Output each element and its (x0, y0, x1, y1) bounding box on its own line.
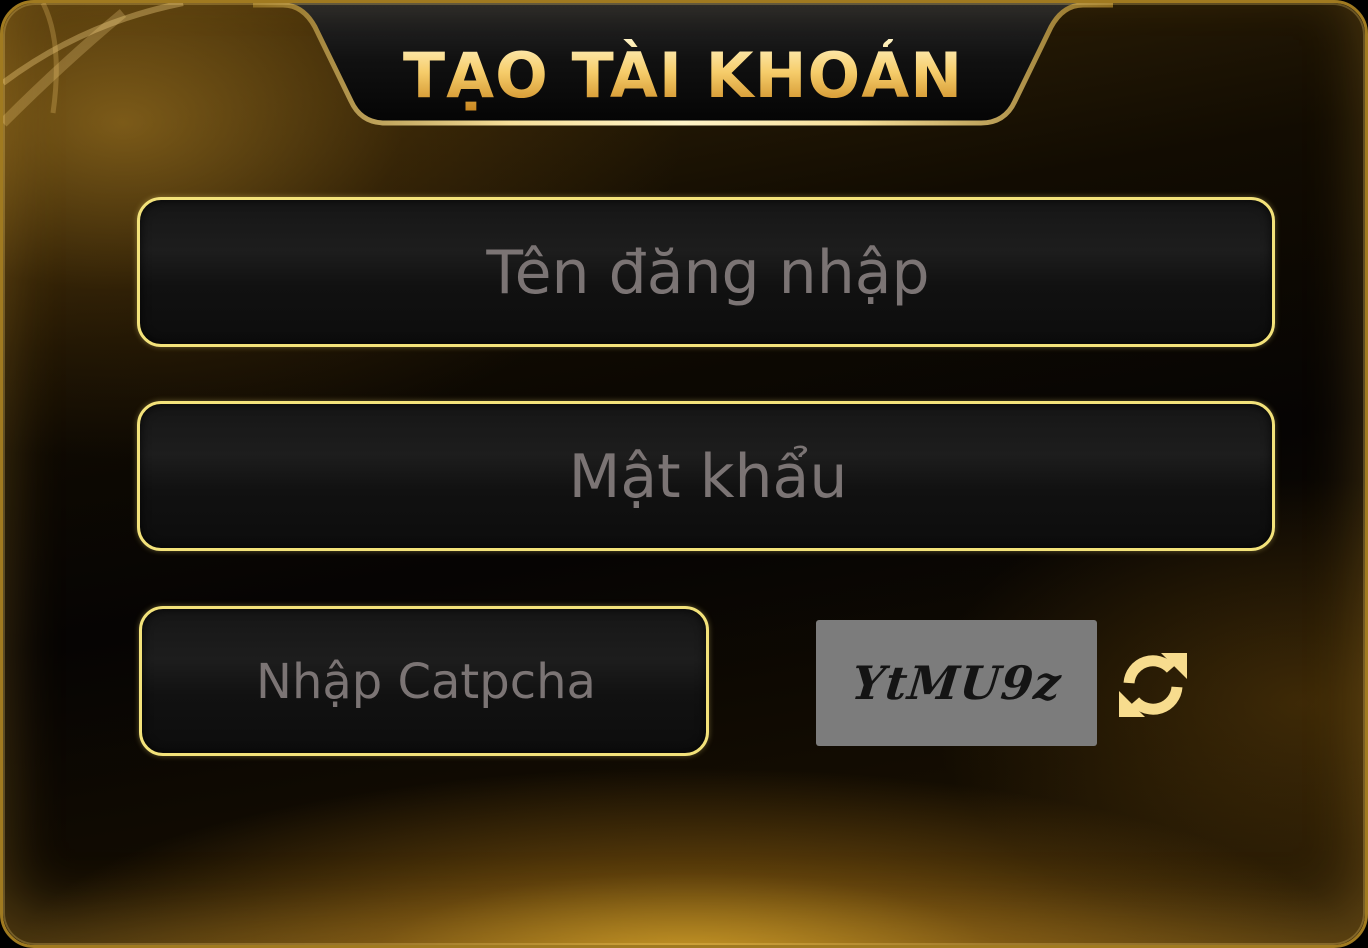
refresh-icon (1119, 653, 1187, 717)
captcha-code: YtMU9z (849, 656, 1064, 710)
password-field[interactable] (137, 401, 1276, 551)
captcha-field[interactable] (139, 606, 710, 756)
page-title: TẠO TÀI KHOẢN (253, 39, 1113, 112)
refresh-captcha-button[interactable] (1115, 647, 1191, 723)
captcha-input[interactable] (142, 609, 710, 755)
password-input[interactable] (140, 404, 1276, 550)
captcha-image: YtMU9z (816, 620, 1097, 746)
create-account-panel: TẠO TÀI KHOẢN YtMU9z (0, 0, 1368, 948)
username-field[interactable] (137, 197, 1276, 347)
username-input[interactable] (140, 200, 1276, 346)
